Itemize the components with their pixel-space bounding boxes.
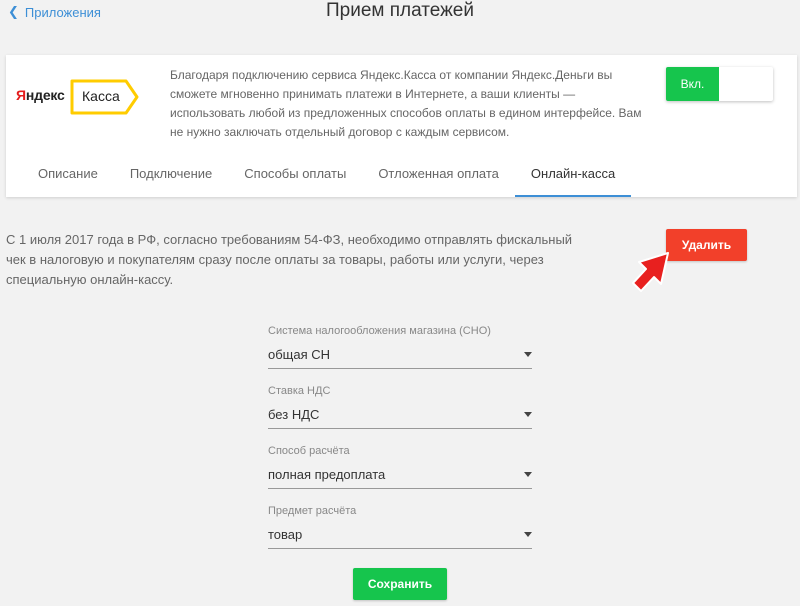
vat-rate-select[interactable]: без НДС [268, 406, 532, 429]
tab-payment-methods[interactable]: Способы оплаты [228, 154, 362, 197]
tab-deferred-payment[interactable]: Отложенная оплата [362, 154, 515, 197]
enable-toggle[interactable]: Вкл. [666, 67, 773, 101]
caret-down-icon [524, 472, 532, 477]
app-card: Яндекс Касса Благодаря подключению серви… [6, 55, 797, 197]
app-description: Благодаря подключению сервиса Яндекс.Кас… [170, 68, 642, 139]
save-button[interactable]: Сохранить [353, 568, 447, 600]
payment-method-field: Способ расчёта полная предоплата [268, 445, 532, 489]
tax-system-value: общая СН [268, 347, 331, 362]
vat-rate-label: Ставка НДС [268, 385, 331, 397]
payment-subject-select[interactable]: товар [268, 526, 532, 549]
pointer-arrow-icon [632, 252, 669, 292]
payment-method-value: полная предоплата [268, 467, 386, 482]
payment-subject-field: Предмет расчёта товар [268, 505, 532, 549]
vat-rate-field: Ставка НДС без НДС [268, 385, 532, 429]
tab-bar: Описание Подключение Способы оплаты Отло… [22, 154, 632, 197]
logo-product: Касса [82, 88, 120, 104]
payment-subject-label: Предмет расчёта [268, 505, 357, 517]
toggle-on-label: Вкл. [666, 67, 719, 101]
tab-online-kassa[interactable]: Онлайн-касса [514, 154, 632, 197]
tax-system-select[interactable]: общая СН [268, 346, 532, 369]
caret-down-icon [524, 532, 532, 537]
caret-down-icon [524, 412, 532, 417]
online-kassa-info: С 1 июля 2017 года в РФ, согласно требов… [6, 232, 573, 287]
payment-method-select[interactable]: полная предоплата [268, 466, 532, 489]
delete-button[interactable]: Удалить [666, 229, 747, 261]
logo-brand: Яндекс [16, 87, 65, 103]
tab-description[interactable]: Описание [22, 154, 114, 197]
payment-subject-value: товар [268, 527, 303, 542]
tax-system-label: Система налогообложения магазина (СНО) [268, 325, 491, 337]
vat-rate-value: без НДС [268, 407, 320, 422]
tab-connection[interactable]: Подключение [114, 154, 228, 197]
page-title: Прием платежей [325, 0, 474, 21]
yandex-kassa-logo: Яндекс Касса [16, 79, 139, 115]
payment-method-label: Способ расчёта [268, 445, 350, 457]
caret-down-icon [524, 352, 532, 357]
tax-system-field: Система налогообложения магазина (СНО) о… [268, 325, 532, 369]
